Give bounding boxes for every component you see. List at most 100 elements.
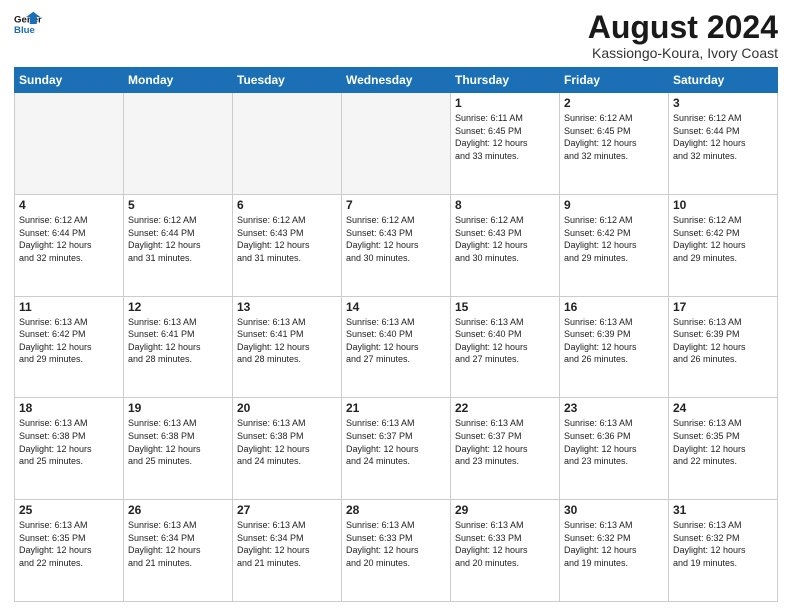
calendar-day-cell: 15Sunrise: 6:13 AM Sunset: 6:40 PM Dayli… bbox=[451, 296, 560, 398]
calendar-day-cell: 16 Sunrise: 6:13 AM Sunset: 6:39 PM Dayli… bbox=[560, 296, 669, 398]
day-number: 30 bbox=[564, 503, 664, 517]
calendar-week-row: 4 Sunrise: 6:12 AM Sunset: 6:44 PM Daylig… bbox=[15, 194, 778, 296]
svg-text:Blue: Blue bbox=[14, 25, 35, 36]
calendar-day-cell: 11 Sunrise: 6:13 AM Sunset: 6:42 PM Dayli… bbox=[15, 296, 124, 398]
day-number: 12 bbox=[128, 300, 228, 314]
day-number: 20 bbox=[237, 401, 337, 415]
calendar-day-header: Sunday bbox=[15, 68, 124, 93]
day-number: 16 bbox=[564, 300, 664, 314]
calendar-day-cell: 19Sunrise: 6:13 AM Sunset: 6:38 PM Dayli… bbox=[124, 398, 233, 500]
calendar-day-header: Tuesday bbox=[233, 68, 342, 93]
day-info: Sunrise: 6:13 AM Sunset: 6:37 PM Dayligh… bbox=[346, 417, 446, 467]
calendar-day-cell: 29 Sunrise: 6:13 AM Sunset: 6:33 PM Dayli… bbox=[451, 500, 560, 602]
calendar-day-cell: 4 Sunrise: 6:12 AM Sunset: 6:44 PM Daylig… bbox=[15, 194, 124, 296]
calendar-day-cell: 30 Sunrise: 6:13 AM Sunset: 6:32 PM Dayli… bbox=[560, 500, 669, 602]
day-number: 25 bbox=[19, 503, 119, 517]
calendar-day-cell bbox=[342, 93, 451, 195]
calendar-day-cell: 22 Sunrise: 6:13 AM Sunset: 6:37 PM Dayli… bbox=[451, 398, 560, 500]
calendar-day-cell: 25 Sunrise: 6:13 AM Sunset: 6:35 PM Dayli… bbox=[15, 500, 124, 602]
calendar-week-row: 11 Sunrise: 6:13 AM Sunset: 6:42 PM Dayli… bbox=[15, 296, 778, 398]
day-info: Sunrise: 6:13 AM Sunset: 6:32 PM Dayligh… bbox=[673, 519, 773, 569]
calendar-day-cell: 8 Sunrise: 6:12 AM Sunset: 6:43 PM Daylig… bbox=[451, 194, 560, 296]
day-number: 23 bbox=[564, 401, 664, 415]
day-info: Sunrise: 6:12 AM Sunset: 6:45 PM Dayligh… bbox=[564, 112, 664, 162]
calendar-day-cell bbox=[233, 93, 342, 195]
day-number: 7 bbox=[346, 198, 446, 212]
day-info: Sunrise: 6:13 AM Sunset: 6:41 PM Dayligh… bbox=[128, 316, 228, 366]
calendar-day-cell: 26Sunrise: 6:13 AM Sunset: 6:34 PM Dayli… bbox=[124, 500, 233, 602]
day-info: Sunrise: 6:13 AM Sunset: 6:42 PM Dayligh… bbox=[19, 316, 119, 366]
calendar-day-cell: 27 Sunrise: 6:13 AM Sunset: 6:34 PM Dayli… bbox=[233, 500, 342, 602]
calendar-day-header: Friday bbox=[560, 68, 669, 93]
day-info: Sunrise: 6:13 AM Sunset: 6:33 PM Dayligh… bbox=[346, 519, 446, 569]
calendar-day-header: Wednesday bbox=[342, 68, 451, 93]
day-info: Sunrise: 6:13 AM Sunset: 6:35 PM Dayligh… bbox=[19, 519, 119, 569]
day-info: Sunrise: 6:13 AM Sunset: 6:41 PM Dayligh… bbox=[237, 316, 337, 366]
day-number: 5 bbox=[128, 198, 228, 212]
day-number: 10 bbox=[673, 198, 773, 212]
day-info: Sunrise: 6:13 AM Sunset: 6:36 PM Dayligh… bbox=[564, 417, 664, 467]
calendar-day-cell: 7 Sunrise: 6:12 AM Sunset: 6:43 PM Daylig… bbox=[342, 194, 451, 296]
calendar-day-cell: 5Sunrise: 6:12 AM Sunset: 6:44 PM Daylig… bbox=[124, 194, 233, 296]
day-info: Sunrise: 6:13 AM Sunset: 6:40 PM Dayligh… bbox=[346, 316, 446, 366]
day-number: 11 bbox=[19, 300, 119, 314]
logo: General Blue bbox=[14, 10, 42, 38]
main-title: August 2024 bbox=[588, 10, 778, 45]
day-number: 26 bbox=[128, 503, 228, 517]
day-info: Sunrise: 6:12 AM Sunset: 6:43 PM Dayligh… bbox=[346, 214, 446, 264]
calendar-week-row: 18 Sunrise: 6:13 AM Sunset: 6:38 PM Dayli… bbox=[15, 398, 778, 500]
calendar-day-cell: 12 Sunrise: 6:13 AM Sunset: 6:41 PM Dayli… bbox=[124, 296, 233, 398]
page-container: General Blue August 2024 Kassiongo-Koura… bbox=[0, 0, 792, 612]
calendar-day-cell: 23 Sunrise: 6:13 AM Sunset: 6:36 PM Dayli… bbox=[560, 398, 669, 500]
calendar-day-cell: 2 Sunrise: 6:12 AM Sunset: 6:45 PM Daylig… bbox=[560, 93, 669, 195]
day-number: 31 bbox=[673, 503, 773, 517]
calendar-day-cell bbox=[124, 93, 233, 195]
day-number: 24 bbox=[673, 401, 773, 415]
day-number: 22 bbox=[455, 401, 555, 415]
calendar-day-cell: 6Sunrise: 6:12 AM Sunset: 6:43 PM Daylig… bbox=[233, 194, 342, 296]
calendar-day-cell: 17 Sunrise: 6:13 AM Sunset: 6:39 PM Dayli… bbox=[669, 296, 778, 398]
day-number: 6 bbox=[237, 198, 337, 212]
calendar-day-cell: 20 Sunrise: 6:13 AM Sunset: 6:38 PM Dayli… bbox=[233, 398, 342, 500]
title-block: August 2024 Kassiongo-Koura, Ivory Coast bbox=[588, 10, 778, 61]
day-number: 27 bbox=[237, 503, 337, 517]
day-number: 9 bbox=[564, 198, 664, 212]
calendar-day-cell: 14 Sunrise: 6:13 AM Sunset: 6:40 PM Dayli… bbox=[342, 296, 451, 398]
day-info: Sunrise: 6:13 AM Sunset: 6:39 PM Dayligh… bbox=[673, 316, 773, 366]
day-number: 8 bbox=[455, 198, 555, 212]
day-info: Sunrise: 6:12 AM Sunset: 6:44 PM Dayligh… bbox=[19, 214, 119, 264]
calendar-day-cell: 31 Sunrise: 6:13 AM Sunset: 6:32 PM Dayli… bbox=[669, 500, 778, 602]
header: General Blue August 2024 Kassiongo-Koura… bbox=[14, 10, 778, 61]
calendar-day-cell: 24Sunrise: 6:13 AM Sunset: 6:35 PM Dayli… bbox=[669, 398, 778, 500]
day-number: 13 bbox=[237, 300, 337, 314]
day-number: 29 bbox=[455, 503, 555, 517]
day-number: 15 bbox=[455, 300, 555, 314]
calendar-day-cell: 18 Sunrise: 6:13 AM Sunset: 6:38 PM Dayli… bbox=[15, 398, 124, 500]
calendar-table: SundayMondayTuesdayWednesdayThursdayFrid… bbox=[14, 67, 778, 602]
calendar-week-row: 1Sunrise: 6:11 AM Sunset: 6:45 PM Daylig… bbox=[15, 93, 778, 195]
day-info: Sunrise: 6:11 AM Sunset: 6:45 PM Dayligh… bbox=[455, 112, 555, 162]
calendar-header-row: SundayMondayTuesdayWednesdayThursdayFrid… bbox=[15, 68, 778, 93]
day-number: 17 bbox=[673, 300, 773, 314]
calendar-day-cell: 3 Sunrise: 6:12 AM Sunset: 6:44 PM Daylig… bbox=[669, 93, 778, 195]
day-number: 4 bbox=[19, 198, 119, 212]
day-info: Sunrise: 6:12 AM Sunset: 6:44 PM Dayligh… bbox=[673, 112, 773, 162]
day-number: 14 bbox=[346, 300, 446, 314]
day-info: Sunrise: 6:13 AM Sunset: 6:38 PM Dayligh… bbox=[19, 417, 119, 467]
day-info: Sunrise: 6:13 AM Sunset: 6:38 PM Dayligh… bbox=[237, 417, 337, 467]
day-info: Sunrise: 6:12 AM Sunset: 6:43 PM Dayligh… bbox=[455, 214, 555, 264]
calendar-day-cell: 13 Sunrise: 6:13 AM Sunset: 6:41 PM Dayli… bbox=[233, 296, 342, 398]
calendar-day-cell: 1Sunrise: 6:11 AM Sunset: 6:45 PM Daylig… bbox=[451, 93, 560, 195]
day-info: Sunrise: 6:13 AM Sunset: 6:32 PM Dayligh… bbox=[564, 519, 664, 569]
day-info: Sunrise: 6:13 AM Sunset: 6:33 PM Dayligh… bbox=[455, 519, 555, 569]
day-number: 19 bbox=[128, 401, 228, 415]
day-number: 18 bbox=[19, 401, 119, 415]
day-info: Sunrise: 6:13 AM Sunset: 6:39 PM Dayligh… bbox=[564, 316, 664, 366]
day-number: 21 bbox=[346, 401, 446, 415]
day-number: 3 bbox=[673, 96, 773, 110]
calendar-day-cell bbox=[15, 93, 124, 195]
day-info: Sunrise: 6:13 AM Sunset: 6:34 PM Dayligh… bbox=[237, 519, 337, 569]
logo-icon: General Blue bbox=[14, 10, 42, 38]
day-number: 2 bbox=[564, 96, 664, 110]
day-info: Sunrise: 6:13 AM Sunset: 6:37 PM Dayligh… bbox=[455, 417, 555, 467]
